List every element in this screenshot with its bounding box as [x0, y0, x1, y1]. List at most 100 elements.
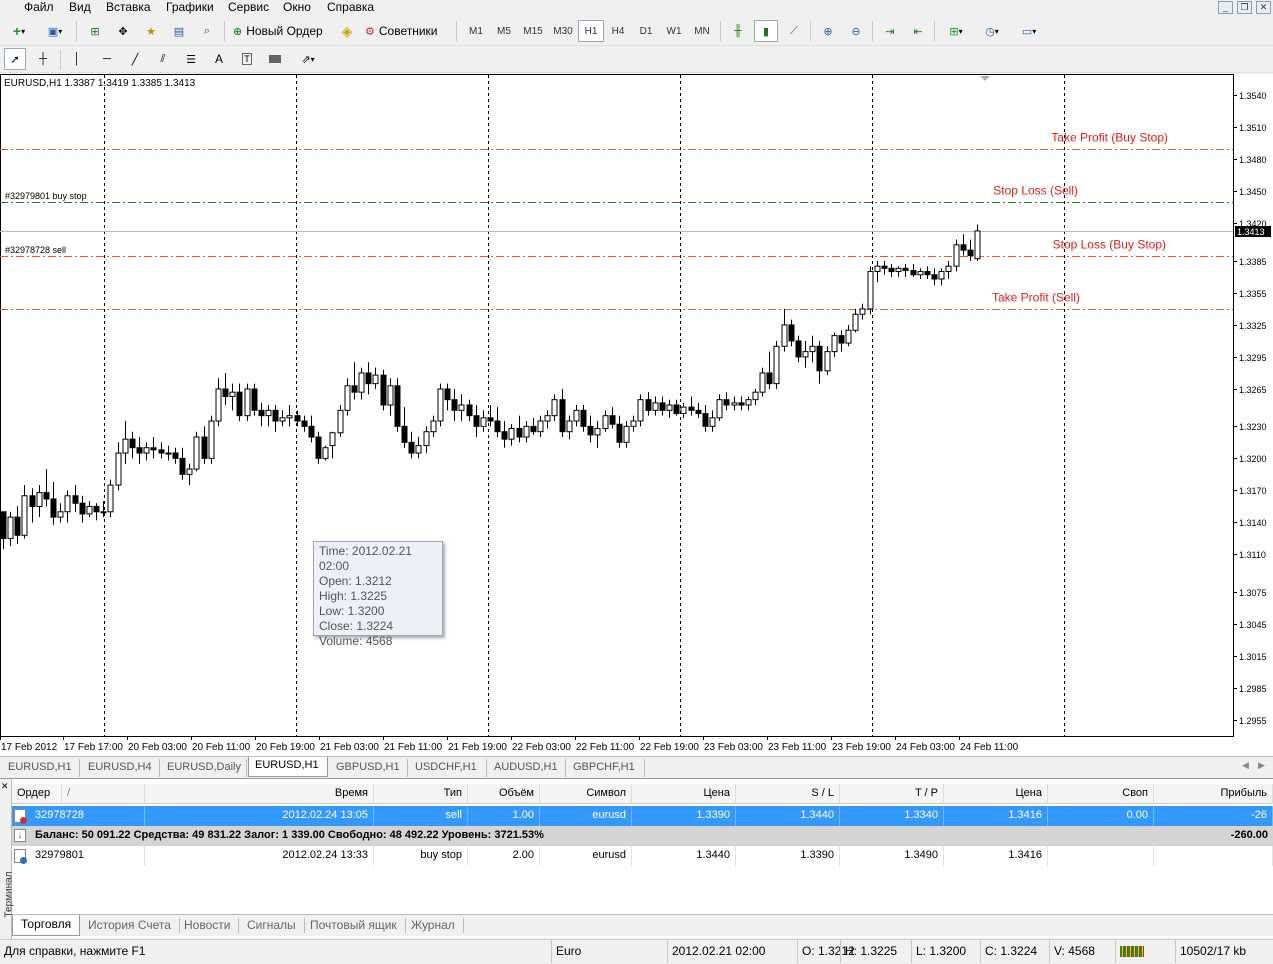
crosshair-icon[interactable]: ┼ [32, 48, 54, 70]
periods-button[interactable]: ◷ ▾ [976, 20, 1008, 42]
new-chart-button[interactable]: + ▾ [4, 20, 34, 42]
line-chart-icon[interactable]: ⟋ [782, 20, 806, 42]
navigator-icon[interactable]: ★ [140, 20, 162, 42]
channel-icon[interactable]: ⫽ [152, 48, 174, 70]
text-label-icon[interactable]: T [236, 48, 258, 70]
chart-canvas[interactable]: Take Profit (Buy Stop) Stop Loss (Sell) St… [0, 74, 1273, 756]
templates-button[interactable]: ▭ ▾ [1012, 20, 1046, 42]
bull-candle-body [286, 415, 293, 419]
data-window-icon[interactable]: ✥ [112, 20, 134, 42]
experts-button[interactable]: ⚙ Советники [362, 20, 452, 42]
tf-m15-button[interactable]: M15 [518, 20, 548, 42]
tab-mailbox[interactable]: Почтовый ящик [302, 918, 406, 933]
tab-trade[interactable]: Торговля [12, 915, 81, 936]
bull-candle-body [852, 313, 859, 331]
tf-w1-button[interactable]: W1 [660, 20, 688, 42]
horizontal-line-icon[interactable]: ─ [96, 48, 118, 70]
fibonacci-icon[interactable]: ☰ [180, 48, 202, 70]
menu-charts[interactable]: Графики [166, 0, 214, 15]
tf-mn-button[interactable]: MN [688, 20, 716, 42]
menu-bar: Файл Вид Вставка Графики Сервис Окно Спр… [0, 0, 1273, 16]
zoom-in-icon[interactable]: ⊕ [816, 20, 840, 42]
tf-m1-button[interactable]: M1 [462, 20, 490, 42]
tab-journal[interactable]: Журнал [403, 918, 464, 933]
candlestick-icon[interactable]: ▮ [754, 20, 778, 42]
tf-m30-button[interactable]: M30 [548, 20, 578, 42]
restore-icon[interactable]: ❐ [1237, 1, 1252, 14]
order-tp: 1.3490 [840, 846, 944, 866]
bear-candle-body [79, 502, 86, 515]
menu-window[interactable]: Окно [283, 0, 311, 15]
col-type[interactable]: Тип [374, 784, 468, 804]
bull-candle-body [523, 425, 530, 438]
new-order-button[interactable]: ⊕ Новый Ордер [230, 20, 332, 42]
tabs-scroll-right-icon[interactable]: ▶ [1258, 760, 1265, 771]
menu-tools[interactable]: Сервис [228, 0, 269, 15]
chart-tab-gbpusd-h1[interactable]: GBPUSD,H1 [330, 759, 408, 777]
auto-scroll-icon[interactable]: ⇥ [878, 20, 902, 42]
col-profit[interactable]: Прибыль [1154, 784, 1273, 804]
col-current-price[interactable]: Цена [944, 784, 1048, 804]
text-icon[interactable]: A [208, 48, 230, 70]
col-tp[interactable]: T / P [840, 784, 944, 804]
table-row[interactable]: 32979801 2012.02.24 13:33 buy stop 2.00 … [12, 846, 1273, 866]
col-volume[interactable]: Объём [468, 784, 540, 804]
vertical-line-icon[interactable]: │ [66, 48, 88, 70]
col-price[interactable]: Цена [632, 784, 736, 804]
chart-shift-icon[interactable]: ⇤ [906, 20, 930, 42]
close-icon[interactable]: ✕ [1256, 1, 1271, 14]
strategy-tester-icon[interactable]: ⌕ [196, 20, 218, 42]
zoom-out-icon[interactable]: ⊖ [844, 20, 868, 42]
tab-signals[interactable]: Сигналы [239, 918, 305, 933]
terminal-icon[interactable]: ▤ [168, 20, 190, 42]
tab-news[interactable]: Новости [176, 918, 240, 933]
price-label: 1.2955 [1239, 716, 1267, 726]
order-price: 1.3390 [632, 806, 736, 826]
col-swap[interactable]: Своп [1048, 784, 1154, 804]
bull-candle-body [215, 388, 222, 422]
rectangle-icon[interactable] [264, 48, 286, 70]
chart-tab-eurusd-h1[interactable]: EURUSD,H1 [2, 759, 80, 777]
menu-insert[interactable]: Вставка [106, 0, 151, 15]
minimize-icon[interactable]: _ [1218, 1, 1233, 14]
chart-tab-gbpchf-h1[interactable]: GBPCHF,H1 [567, 759, 645, 777]
bear-candle-body [487, 417, 494, 422]
tf-d1-button[interactable]: D1 [632, 20, 660, 42]
tf-h1-button[interactable]: H1 [578, 20, 604, 42]
chart-window[interactable]: Take Profit (Buy Stop) Stop Loss (Sell) St… [0, 74, 1273, 756]
col-symbol[interactable]: Символ [540, 784, 632, 804]
table-row[interactable]: 32978728 2012.02.24 13:05 sell 1.00 euru… [12, 806, 1273, 826]
indicators-button[interactable]: ⊞ ▾ [940, 20, 972, 42]
col-sort-indicator[interactable]: / [62, 784, 145, 804]
tf-m5-button[interactable]: M5 [490, 20, 518, 42]
chart-tab-audusd-h1[interactable]: AUDUSD,H1 [488, 759, 566, 777]
market-watch-icon[interactable]: ⊞ [84, 20, 106, 42]
bear-candle-body [788, 324, 795, 342]
bar-chart-icon[interactable]: ╫ [726, 20, 750, 42]
col-time[interactable]: Время [145, 784, 374, 804]
tf-h4-button[interactable]: H4 [604, 20, 632, 42]
trendline-icon[interactable]: ╱ [124, 48, 146, 70]
tab-account-history[interactable]: История Счета [80, 918, 180, 933]
menu-view[interactable]: Вид [69, 0, 91, 15]
terminal-close-icon[interactable]: ✕ [1, 781, 9, 792]
menu-file[interactable]: Файл [24, 0, 54, 15]
metaeditor-icon[interactable]: ◈ [336, 20, 358, 42]
chart-tab-eurusd-h1-active[interactable]: EURUSD,H1 [248, 757, 328, 777]
status-profile: Euro [551, 940, 666, 963]
price-label: 1.3110 [1239, 550, 1266, 560]
menu-help[interactable]: Справка [327, 0, 374, 15]
time-label: 22 Feb 19:00 [640, 742, 699, 753]
col-sl[interactable]: S / L [736, 784, 840, 804]
order-swap [1048, 846, 1154, 866]
chart-tab-eurusd-h4[interactable]: EURUSD,H4 [82, 759, 160, 777]
chart-tab-usdchf-h1[interactable]: USDCHF,H1 [409, 759, 487, 777]
chart-tab-eurusd-daily[interactable]: EURUSD,Daily [161, 759, 247, 777]
current-price-label: 1.3413 [1237, 227, 1265, 237]
profiles-button[interactable]: ▣ ▾ [40, 20, 70, 42]
cursor-icon[interactable]: ➚ [4, 48, 26, 70]
col-order[interactable]: Ордер [12, 784, 62, 804]
arrows-button[interactable]: ⇗ ▾ [292, 48, 324, 70]
tabs-scroll-left-icon[interactable]: ◀ [1242, 760, 1249, 771]
bull-candle-body [630, 420, 637, 427]
